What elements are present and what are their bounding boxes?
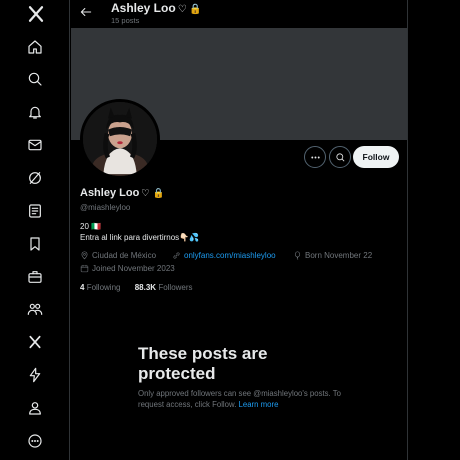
ellipsis-icon bbox=[310, 156, 320, 158]
learn-more-link[interactable]: Learn more bbox=[239, 400, 279, 409]
location-text: Ciudad de México bbox=[92, 251, 157, 260]
more-options-button[interactable] bbox=[304, 146, 326, 168]
header-name-text: Ashley Loo bbox=[111, 1, 176, 15]
profile-icon[interactable] bbox=[27, 396, 63, 420]
communities-icon[interactable] bbox=[27, 297, 63, 321]
following-link[interactable]: 4 Following bbox=[80, 283, 120, 292]
profile-display-name: Ashley Loo ♡ 🔒 bbox=[80, 187, 164, 199]
x-logo-icon[interactable] bbox=[27, 2, 63, 26]
profile-header-bar: Ashley Loo ♡ 🔒 15 posts bbox=[71, 0, 408, 28]
follow-counts: 4 Following 88.3K Followers bbox=[80, 283, 193, 292]
lists-icon[interactable] bbox=[27, 199, 63, 223]
premium-x-icon[interactable] bbox=[27, 330, 63, 354]
search-profile-button[interactable] bbox=[329, 146, 351, 168]
post-count: 15 posts bbox=[111, 16, 140, 25]
mail-icon[interactable] bbox=[27, 133, 63, 157]
header-name-glyphs: ♡ 🔒 bbox=[177, 4, 202, 15]
home-icon[interactable] bbox=[27, 35, 63, 59]
back-arrow-icon[interactable] bbox=[79, 5, 95, 21]
sidebar-nav bbox=[0, 0, 70, 460]
header-display-name: Ashley Loo ♡ 🔒 bbox=[111, 1, 202, 15]
profile-handle: @miashleyloo bbox=[80, 203, 131, 212]
protected-description: Only approved followers can see @miashle… bbox=[138, 388, 348, 410]
avatar[interactable] bbox=[80, 99, 160, 179]
grok-icon[interactable] bbox=[27, 166, 63, 190]
profile-name-text: Ashley Loo bbox=[80, 187, 140, 199]
bolt-icon[interactable] bbox=[27, 363, 63, 387]
followers-label: Followers bbox=[158, 283, 193, 292]
column-divider bbox=[407, 0, 408, 460]
website-item[interactable]: onlyfans.com/miashleyloo bbox=[172, 251, 276, 260]
search-icon bbox=[335, 152, 344, 161]
more-icon[interactable] bbox=[27, 429, 63, 453]
bell-icon[interactable] bbox=[27, 100, 63, 124]
profile-column: Ashley Loo ♡ 🔒 15 posts Follow Ashley Loo… bbox=[71, 0, 408, 460]
balloon-icon bbox=[294, 251, 301, 260]
bio-line-2: Entra al link para divertirnos👇🏻💦 bbox=[80, 233, 200, 242]
following-count: 4 bbox=[80, 283, 85, 292]
location-item: Ciudad de México bbox=[80, 251, 156, 260]
follow-button[interactable]: Follow bbox=[353, 146, 399, 168]
bio-line-1: 20 🇮🇹 bbox=[80, 222, 102, 231]
followers-link[interactable]: 88.3K Followers bbox=[135, 283, 193, 292]
location-pin-icon bbox=[81, 251, 88, 260]
followers-count: 88.3K bbox=[134, 283, 157, 292]
calendar-icon bbox=[80, 264, 89, 273]
briefcase-icon[interactable] bbox=[27, 265, 63, 289]
website-link[interactable]: onlyfans.com/miashleyloo bbox=[184, 251, 276, 260]
protected-title: These posts are protected bbox=[138, 344, 268, 383]
birthday-item: Born November 22 bbox=[293, 251, 372, 260]
search-icon[interactable] bbox=[27, 67, 63, 91]
joined-text: Joined November 2023 bbox=[92, 264, 175, 273]
profile-name-glyphs: ♡ 🔒 bbox=[141, 188, 165, 199]
birthday-text: Born November 22 bbox=[305, 251, 373, 260]
bookmark-icon[interactable] bbox=[27, 232, 63, 256]
following-label: Following bbox=[86, 283, 121, 292]
joined-item: Joined November 2023 bbox=[80, 264, 175, 273]
link-icon bbox=[173, 252, 180, 259]
